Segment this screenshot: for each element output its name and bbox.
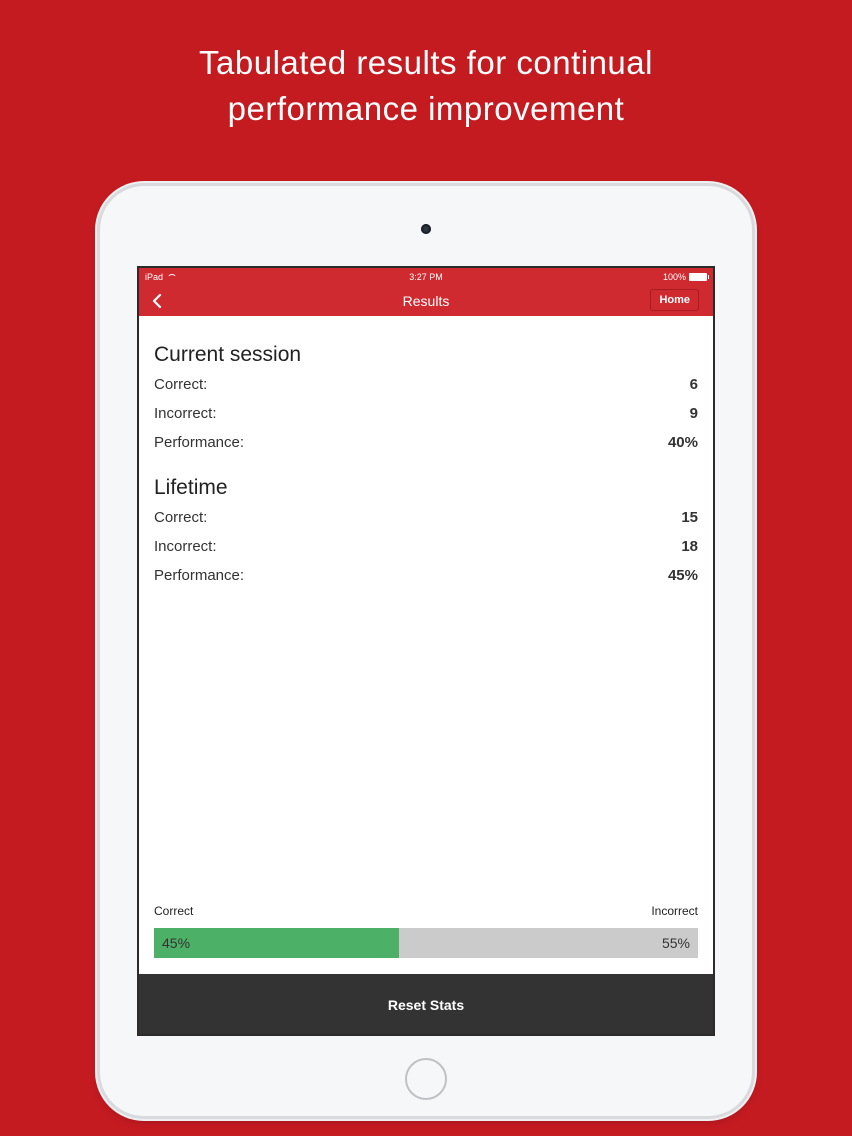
battery-icon <box>689 273 709 281</box>
performance-bar: 45% 55% <box>154 928 698 958</box>
incorrect-percent: 55% <box>661 935 690 951</box>
correct-label: Correct <box>154 904 194 918</box>
promo-title-line-2: performance improvement <box>227 90 625 127</box>
promo-title-line-1: Tabulated results for continual <box>199 44 653 81</box>
app-screen: iPad 3:27 PM 100% Results Home Current s… <box>137 266 715 1036</box>
lifetime-correct-row: Correct: 15 <box>154 503 698 532</box>
stat-value: 9 <box>689 405 698 422</box>
stat-label: Correct: <box>154 376 208 393</box>
promo-title: Tabulated results for continual performa… <box>0 40 852 132</box>
reset-stats-button[interactable]: Reset Stats <box>139 974 713 1034</box>
stat-value: 18 <box>681 538 698 555</box>
results-content: Current session Correct: 6 Incorrect: 9 … <box>154 316 698 590</box>
progress-labels: Correct Incorrect <box>154 904 698 918</box>
status-right: 100% <box>662 272 709 282</box>
current-incorrect-row: Incorrect: 9 <box>154 399 698 428</box>
stat-value: 15 <box>681 509 698 526</box>
ipad-home-button <box>405 1058 447 1100</box>
stat-value: 45% <box>667 567 698 584</box>
home-button[interactable]: Home <box>650 289 699 311</box>
lifetime-incorrect-row: Incorrect: 18 <box>154 532 698 561</box>
stat-label: Correct: <box>154 509 208 526</box>
stat-label: Incorrect: <box>154 538 217 555</box>
camera-icon <box>421 224 431 234</box>
performance-bar-fill <box>154 928 399 958</box>
navigation-bar: Results Home <box>139 286 713 316</box>
lifetime-title: Lifetime <box>154 476 228 499</box>
lifetime-performance-row: Performance: 45% <box>154 561 698 590</box>
current-session-title: Current session <box>154 343 302 366</box>
stat-label: Incorrect: <box>154 405 217 422</box>
status-time: 3:27 PM <box>409 272 443 282</box>
incorrect-label: Incorrect <box>651 904 698 918</box>
status-bar: iPad 3:27 PM 100% <box>139 268 713 286</box>
stat-value: 6 <box>689 376 698 393</box>
stat-label: Performance: <box>154 434 245 451</box>
correct-percent: 45% <box>162 935 191 951</box>
current-performance-row: Performance: 40% <box>154 428 698 457</box>
current-correct-row: Correct: 6 <box>154 370 698 399</box>
nav-title: Results <box>402 293 450 309</box>
battery-percent: 100% <box>662 272 686 282</box>
stat-label: Performance: <box>154 567 245 584</box>
stat-value: 40% <box>667 434 698 451</box>
ipad-device-frame: iPad 3:27 PM 100% Results Home Current s… <box>100 186 752 1116</box>
